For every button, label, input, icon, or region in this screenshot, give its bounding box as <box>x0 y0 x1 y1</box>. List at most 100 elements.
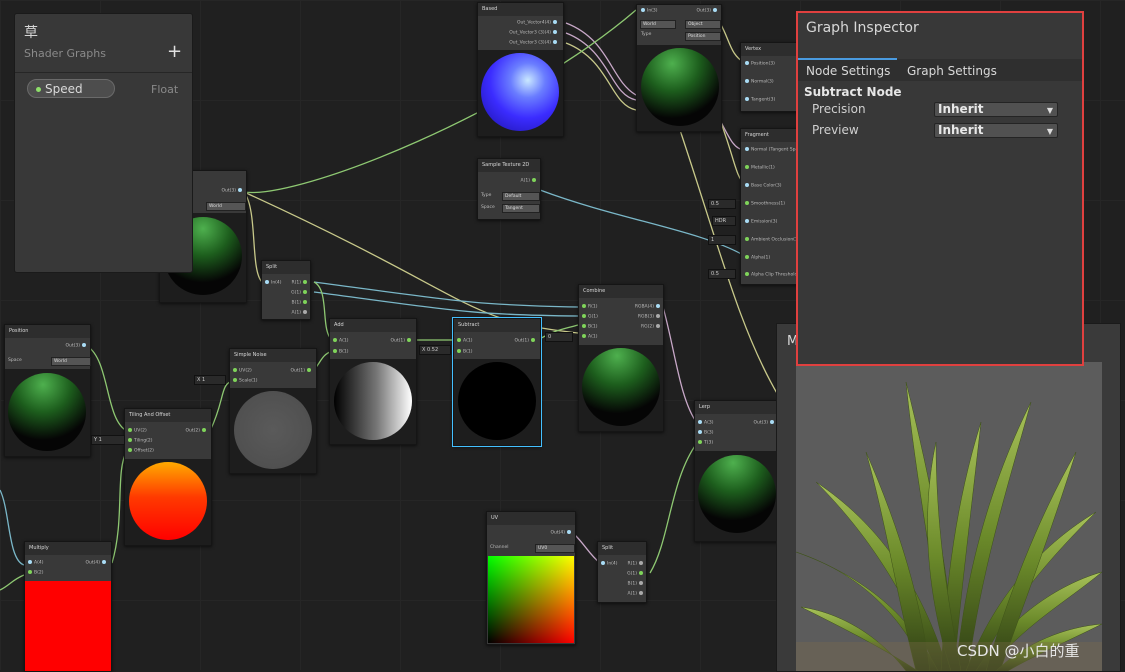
output-port[interactable]: B(1) <box>292 300 309 306</box>
input-port[interactable]: A(3) <box>696 420 713 426</box>
simple-noise-node[interactable]: Simple Noise UV(2) Scale(1) Out(1) <box>229 348 317 474</box>
input-port[interactable]: A(1) <box>455 338 472 344</box>
property-pill-speed[interactable]: Speed <box>27 79 115 98</box>
output-port[interactable]: Out(2) <box>185 428 208 434</box>
fragment-block[interactable]: Fragment Normal (Tangent Space)(3) Metal… <box>740 128 812 285</box>
space-dropdown[interactable]: World <box>206 202 246 211</box>
output-port[interactable]: A(1) <box>292 310 309 316</box>
input-port[interactable]: B(2) <box>26 570 43 576</box>
output-port[interactable]: Out(1) <box>290 368 313 374</box>
ao-field[interactable]: 1 <box>708 235 736 245</box>
output-port[interactable]: Out(3) <box>221 188 244 194</box>
output-port[interactable]: Out(3) <box>753 420 776 426</box>
multiply-node[interactable]: Multiply A(4) B(2) Out(4) <box>24 541 112 672</box>
preview-dropdown[interactable]: Inherit ▼ <box>934 123 1058 138</box>
output-port[interactable]: Out(1) <box>390 338 413 344</box>
input-port[interactable]: Ambient Occlusion(1) <box>743 237 800 243</box>
graph-inspector-panel[interactable]: Graph Inspector Node Settings Graph Sett… <box>796 11 1084 366</box>
output-port[interactable]: Out(1) <box>514 338 537 344</box>
output-port[interactable]: Out(4) <box>550 530 573 536</box>
transform-node-top[interactable]: In(3) Out(3) World Object Type Position <box>636 4 722 132</box>
input-port[interactable]: In(3) <box>639 8 658 14</box>
based-node[interactable]: Based Out_Vector4(4) Out_Vector3 (3)(4) … <box>477 2 564 137</box>
output-port[interactable]: RGB(3) <box>638 314 662 320</box>
input-port[interactable]: Offset(2) <box>126 448 154 454</box>
output-port[interactable]: B(1) <box>628 581 645 587</box>
graph-canvas[interactable]: Based Out_Vector4(4) Out_Vector3 (3)(4) … <box>0 0 1125 672</box>
input-port[interactable]: Tangent(3) <box>743 97 775 103</box>
section-title: Subtract Node <box>804 85 902 99</box>
input-port[interactable]: A(1) <box>580 334 597 340</box>
input-port[interactable]: Base Color(3) <box>743 183 782 189</box>
output-port[interactable]: Out_Vector4(4) <box>517 20 559 26</box>
space-dropdown[interactable]: Tangent <box>502 204 540 213</box>
add-property-icon[interactable]: + <box>167 41 182 62</box>
input-port[interactable]: In(4) <box>599 561 618 567</box>
input-port[interactable]: Alpha(1) <box>743 255 770 261</box>
noise-scale-field[interactable]: X 1 <box>194 375 226 385</box>
input-port[interactable]: Position(3) <box>743 61 775 67</box>
input-port[interactable]: In(4) <box>263 280 282 286</box>
lerp-node[interactable]: Lerp A(3) B(3) T(3) Out(3) <box>694 400 780 542</box>
type-dropdown[interactable]: Position <box>685 32 721 41</box>
input-port[interactable]: Scale(1) <box>231 378 257 384</box>
input-port[interactable]: B(3) <box>696 430 713 436</box>
output-port[interactable]: Out(3) <box>696 8 719 14</box>
input-port[interactable]: A(4) <box>26 560 43 566</box>
combine-a-field[interactable]: 0 <box>545 332 573 342</box>
input-port[interactable]: Normal(3) <box>743 79 774 85</box>
output-port[interactable]: G(1) <box>291 290 309 296</box>
split-node-top[interactable]: Split In(4) R(1) G(1) B(1) A(1) <box>261 260 311 320</box>
tiling-offset-node[interactable]: Tiling And Offset UV(2) Tiling(2) Offset… <box>124 408 212 546</box>
input-port[interactable]: B(1) <box>455 349 472 355</box>
input-port[interactable]: G(1) <box>580 314 598 320</box>
output-port[interactable]: R(1) <box>291 280 309 286</box>
output-port[interactable]: G(1) <box>627 571 645 577</box>
input-port[interactable]: T(3) <box>696 440 713 446</box>
tab-graph-settings[interactable]: Graph Settings <box>907 64 997 78</box>
add-node[interactable]: Add A(1) B(1) Out(1) <box>329 318 417 445</box>
combine-node[interactable]: Combine R(1) G(1) B(1) A(1) RGBA(4) RGB(… <box>578 284 664 432</box>
precision-dropdown[interactable]: Inherit ▼ <box>934 102 1058 117</box>
input-port[interactable]: UV(2) <box>231 368 252 374</box>
main-preview-viewport[interactable] <box>796 362 1102 671</box>
output-port[interactable]: Out_Vector3 (3)(4) <box>509 30 559 36</box>
subtract-b-field[interactable]: X 0.52 <box>419 345 451 355</box>
input-port[interactable]: R(1) <box>580 304 598 310</box>
input-port[interactable]: B(1) <box>580 324 597 330</box>
subtract-node[interactable]: Subtract A(1) B(1) Out(1) <box>452 317 542 447</box>
input-port[interactable]: Alpha Clip Threshold(1) <box>743 272 804 278</box>
input-port[interactable]: Emission(3) <box>743 219 777 225</box>
input-port[interactable]: Smoothness(1) <box>743 201 785 207</box>
output-port[interactable]: RGBA(4) <box>635 304 662 310</box>
output-port[interactable]: RG(2) <box>641 324 662 330</box>
output-port[interactable]: A(1) <box>628 591 645 597</box>
input-port[interactable]: B(1) <box>331 349 348 355</box>
space-dropdown[interactable]: World <box>51 357 91 366</box>
input-port[interactable]: Metallic(1) <box>743 165 775 171</box>
output-port[interactable]: Out(3) <box>65 343 88 349</box>
output-port[interactable]: A(1) <box>521 178 538 184</box>
input-port[interactable]: A(1) <box>331 338 348 344</box>
position-node[interactable]: Position Out(3) Space World <box>4 324 91 457</box>
split-node-bottom[interactable]: Split In(4) R(1) G(1) B(1) A(1) <box>597 541 647 603</box>
channel-dropdown[interactable]: UV0 <box>535 544 575 553</box>
alpha-clip-field[interactable]: 0.5 <box>708 269 736 279</box>
output-port[interactable]: Out_Vector3 (3)(4) <box>509 40 559 46</box>
blackboard-panel[interactable]: 草 Shader Graphs + Speed Float <box>14 13 193 273</box>
tab-node-settings[interactable]: Node Settings <box>806 64 890 78</box>
output-port[interactable]: Out(4) <box>85 560 108 566</box>
tiling-y-field[interactable]: Y 1 <box>91 435 125 445</box>
input-port[interactable]: Tiling(2) <box>126 438 152 444</box>
emission-field[interactable]: HDR <box>712 216 736 226</box>
sample-texture-node[interactable]: Sample Texture 2D A(1) Type Default Spac… <box>477 158 541 220</box>
main-preview-panel[interactable]: M <box>776 323 1121 672</box>
vertex-block[interactable]: Vertex Position(3) Normal(3) Tangent(3) <box>740 42 800 112</box>
input-port[interactable]: UV(2) <box>126 428 147 434</box>
uv-node[interactable]: UV Out(4) Channel UV0 <box>486 511 576 645</box>
smoothness-field[interactable]: 0.5 <box>708 199 736 209</box>
output-port[interactable]: R(1) <box>627 561 645 567</box>
from-space-dropdown[interactable]: World <box>640 20 676 29</box>
type-dropdown[interactable]: Default <box>502 192 540 201</box>
to-space-dropdown[interactable]: Object <box>685 20 721 29</box>
